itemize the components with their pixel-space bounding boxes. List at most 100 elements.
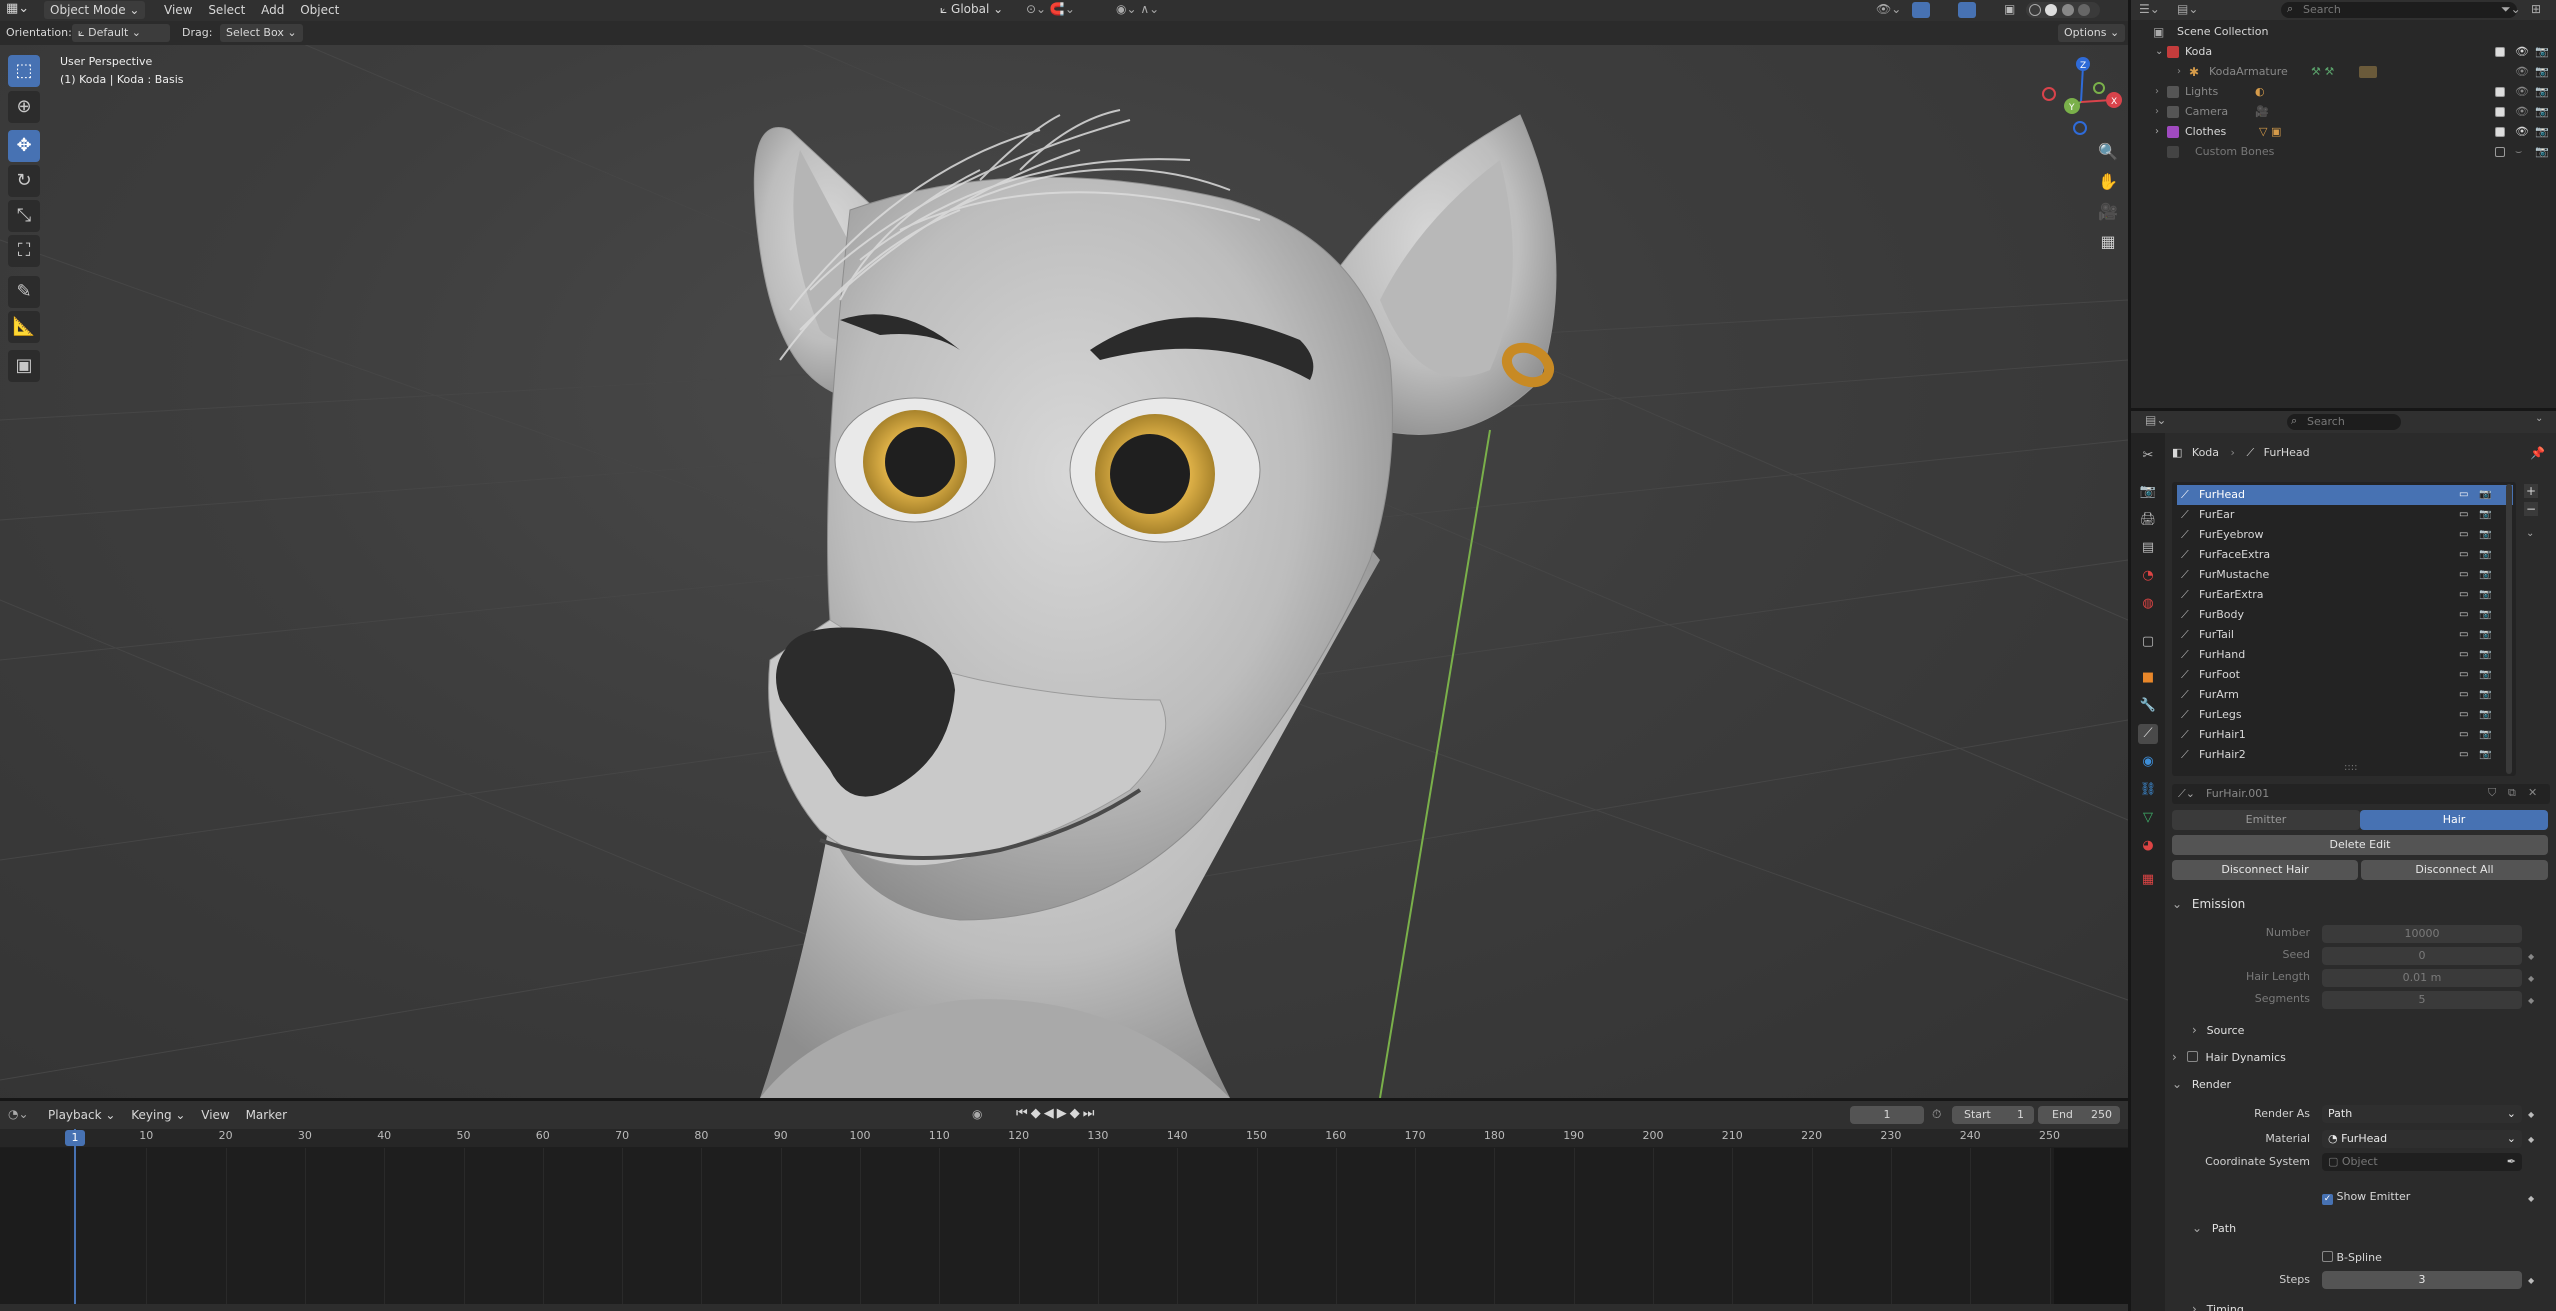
visibility-icon[interactable]: 👁⌄ [1876,2,1901,16]
list-scrollbar[interactable] [2506,484,2512,774]
expand-icon[interactable]: › [2155,82,2159,102]
timing-subpanel-header[interactable]: › Timing [2192,1297,2556,1311]
camera-view-icon[interactable]: 🎥 [2094,198,2122,226]
exclude-checkbox[interactable] [2495,147,2505,157]
particles-tab-icon[interactable]: ⟋ [2138,724,2158,744]
pan-hand-icon[interactable]: ✋ [2094,168,2122,196]
view-layer-tab-icon[interactable]: ▤ [2138,538,2158,558]
fake-user-icon[interactable]: ⛉ [2488,786,2496,800]
eye-icon[interactable]: 👁 [2515,122,2529,142]
properties-search-input[interactable]: Search [2287,414,2401,430]
exclude-checkbox[interactable] [2495,127,2505,137]
menu-marker[interactable]: Marker [240,1105,293,1125]
show-render-icon[interactable]: 📷 [2479,565,2491,585]
material-shading-icon[interactable] [2062,4,2074,16]
particle-system-item[interactable]: ⟋ FurFoot ▭ 📷 [2177,665,2513,685]
tool-tab-icon[interactable]: ✂ [2138,446,2158,466]
exclude-checkbox[interactable] [2495,47,2505,57]
exclude-checkbox[interactable] [2495,87,2505,97]
show-render-icon[interactable]: 📷 [2479,645,2491,665]
scene-tab-icon[interactable]: ◔ [2138,566,2158,586]
keyframe-dot[interactable]: ◆ [2528,1194,2534,1203]
keyframe-dot[interactable]: ◆ [2528,952,2534,961]
settings-name-field[interactable]: FurHair.001 [2206,787,2269,800]
disconnect-all-button[interactable]: Disconnect All [2361,860,2548,880]
current-frame-field[interactable]: 1 [1850,1106,1924,1124]
wireframe-shading-icon[interactable] [2029,4,2041,16]
outliner-editor-icon[interactable]: ☰⌄ [2139,2,2160,16]
show-render-icon[interactable]: 📷 [2479,665,2491,685]
eye-icon[interactable]: ⌣ [2515,142,2522,162]
menu-keying[interactable]: Keying ⌄ [125,1105,191,1125]
show-viewport-icon[interactable]: ▭ [2459,605,2468,625]
tab-hair[interactable]: Hair [2360,810,2548,830]
menu-playback[interactable]: Playback ⌄ [42,1105,121,1125]
render-as-dropdown[interactable]: Path ⌄ [2322,1105,2522,1123]
physics-tab-icon[interactable]: ◉ [2138,752,2158,772]
cursor-icon[interactable]: ⊕ [8,91,40,123]
particle-system-item[interactable]: ⟋ FurEyebrow ▭ 📷 [2177,525,2513,545]
show-viewport-icon[interactable]: ▭ [2459,745,2468,765]
render-icon[interactable]: 📷 [2535,82,2549,102]
prev-keyframe-icon[interactable]: ◆ [1031,1106,1044,1121]
chevron-down-icon[interactable]: ⌄ [2535,413,2543,424]
delete-edit-button[interactable]: Delete Edit [2172,835,2548,855]
render-icon[interactable]: 📷 [2535,122,2549,142]
select-box-icon[interactable]: ⬚ [8,55,40,87]
steps-field[interactable]: 3 [2322,1271,2522,1289]
editor-type-icon[interactable]: ▦⌄ [6,1,29,16]
exclude-checkbox[interactable] [2495,107,2505,117]
eye-icon[interactable]: 👁 [2515,42,2529,62]
annotate-icon[interactable]: ✎ [8,276,40,308]
show-viewport-icon[interactable]: ▭ [2459,565,2468,585]
outliner-item-clothes[interactable]: › Clothes ▽ ▣ 👁 📷 [2131,122,2556,142]
eye-icon[interactable]: 👁 [2515,82,2529,102]
mode-dropdown[interactable]: Object Mode ⌄ [44,1,146,19]
keyframe-dot[interactable]: ◆ [2528,996,2534,1005]
properties-editor-icon[interactable]: ▤⌄ [2145,413,2166,427]
bspline-checkbox[interactable] [2322,1251,2333,1262]
proportional-edit-icon[interactable]: ◉⌄ ∧⌄ [1116,2,1159,16]
particle-system-item[interactable]: ⟋ FurBody ▭ 📷 [2177,605,2513,625]
render-icon[interactable]: 📷 [2535,62,2549,82]
expand-icon[interactable]: ⌄ [2155,42,2163,62]
keyframe-dot[interactable]: ◆ [2528,974,2534,983]
show-render-icon[interactable]: 📷 [2479,725,2491,745]
area-divider[interactable] [2128,0,2131,1311]
outliner-item-lights[interactable]: › Lights ◐ 👁 📷 [2131,82,2556,102]
render-icon[interactable]: 📷 [2535,142,2549,162]
keyframe-dot[interactable]: ◆ [2528,1135,2534,1144]
pin-icon[interactable]: 📌 [2530,446,2545,460]
show-viewport-icon[interactable]: ▭ [2459,545,2468,565]
particle-settings-datablock[interactable]: ⟋⌄ FurHair.001 ⛉ ⧉ ✕ [2172,784,2550,804]
measure-icon[interactable]: 📐 [8,311,40,343]
scale-icon[interactable]: ⤡ [8,200,40,232]
particle-system-item[interactable]: ⟋ FurLegs ▭ 📷 [2177,705,2513,725]
add-cube-icon[interactable]: ▣ [8,350,40,382]
orientation-dropdown[interactable]: ⟀ Default ⌄ [72,24,170,42]
remove-particle-system-button[interactable]: − [2524,502,2538,516]
source-subpanel-header[interactable]: › Source [2192,1018,2556,1042]
menu-add[interactable]: Add [255,0,290,20]
add-particle-system-button[interactable]: + [2524,484,2538,498]
area-divider[interactable] [2131,408,2556,411]
start-frame-field[interactable]: Start 1 [1952,1106,2034,1124]
list-resize-handle[interactable]: :::: [2344,762,2357,773]
show-render-icon[interactable]: 📷 [2479,745,2491,765]
rotate-icon[interactable]: ↻ [8,165,40,197]
next-keyframe-icon[interactable]: ◆ [1070,1106,1083,1121]
show-viewport-icon[interactable]: ▭ [2459,705,2468,725]
transform-orientation-dropdown[interactable]: ⟀ Global ⌄ [940,2,1003,17]
keyframe-dot[interactable]: ◆ [2528,1276,2534,1285]
expand-icon[interactable]: › [2177,62,2181,82]
hair-dynamics-panel-header[interactable]: › Hair Dynamics [2172,1045,2548,1069]
show-viewport-icon[interactable]: ▭ [2459,665,2468,685]
area-divider[interactable] [0,1098,2128,1101]
snap-icon[interactable]: ⊙⌄ 🧲⌄ [1026,2,1075,16]
chevron-down-icon[interactable]: ⌄ [2526,528,2534,539]
gizmo-toggle-icon[interactable] [1912,2,1930,18]
object-tab-icon[interactable]: ■ [2138,668,2158,688]
particle-system-item[interactable]: ⟋ FurTail ▭ 📷 [2177,625,2513,645]
menu-view[interactable]: View [158,0,198,20]
jump-start-icon[interactable]: ⏮ [1016,1106,1031,1121]
